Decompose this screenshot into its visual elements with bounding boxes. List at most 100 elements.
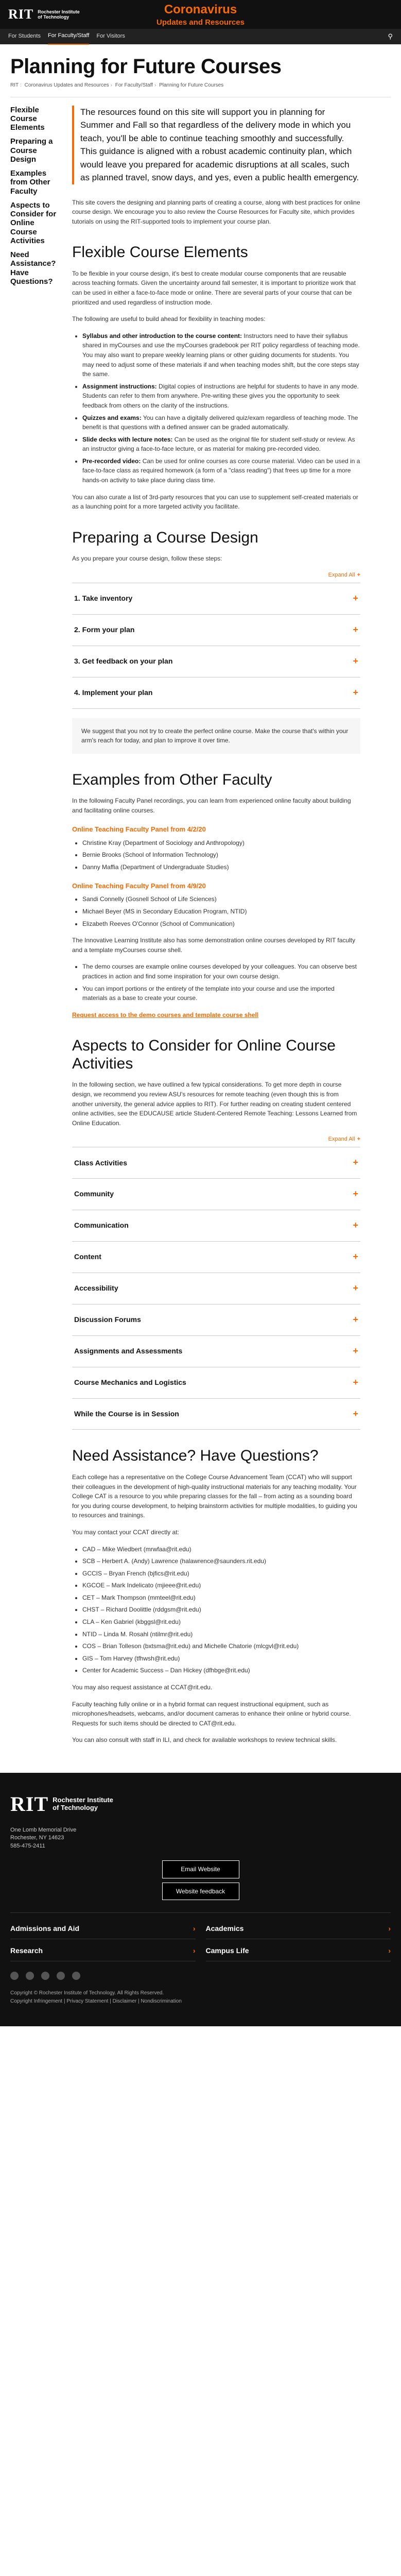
panel-1-title[interactable]: Online Teaching Faculty Panel from 4/2/2… <box>72 824 360 835</box>
contact-item[interactable]: CHST – Richard Doolittle (rddgsm@rit.edu… <box>82 1605 360 1615</box>
nav-item-students[interactable]: For Students <box>8 32 41 41</box>
assistance-p1: Each college has a representative on the… <box>72 1473 357 1519</box>
expand-all-design-button[interactable]: Expand All + <box>72 571 360 580</box>
page-header: Planning for Future Courses RIT: Coronav… <box>0 44 401 97</box>
assistance-p4: Faculty teaching fully online or in a hy… <box>72 1700 351 1727</box>
website-feedback-button[interactable]: Website feedback <box>162 1882 239 1901</box>
design-callout: We suggest that you not try to create th… <box>72 718 360 754</box>
accordion-in-session[interactable]: While the Course is in Session + <box>72 1398 360 1430</box>
list-item: Assignment instructions: Digital copies … <box>82 382 360 411</box>
footer-link-research[interactable]: Research › <box>10 1945 196 1961</box>
content-layout: Flexible Course Elements Preparing a Cou… <box>0 97 401 1773</box>
sidebar-item-assistance[interactable]: Need Assistance? Have Questions? <box>10 250 57 286</box>
list-item: The demo courses are example online cour… <box>82 962 360 981</box>
chevron-right-icon: › <box>388 1924 391 1933</box>
footer-rit-logo[interactable]: RIT Rochester Institute of Technology <box>10 1788 391 1820</box>
accordion-step-3[interactable]: 3. Get feedback on your plan + <box>72 645 360 677</box>
accordion-course-mechanics[interactable]: Course Mechanics and Logistics + <box>72 1366 360 1398</box>
accordion-step-2[interactable]: 2. Form your plan + <box>72 614 360 646</box>
footer-legal: Copyright © Rochester Institute of Techn… <box>10 1990 182 2004</box>
audience-nav: For Students For Faculty/Staff For Visit… <box>0 28 401 45</box>
linkedin-icon[interactable] <box>72 1971 80 1980</box>
examples-p2: The Innovative Learning Institute also h… <box>72 937 356 954</box>
youtube-icon[interactable] <box>41 1971 49 1980</box>
contact-item[interactable]: CAD – Mike Wiedbert (mrwfaa@rit.edu) <box>82 1545 360 1554</box>
contact-item[interactable]: COS – Brian Tolleson (bxtsma@rit.edu) an… <box>82 1641 360 1651</box>
sidebar-item-design[interactable]: Preparing a Course Design <box>10 137 57 164</box>
contact-item[interactable]: KGCOE – Mark Indelicato (mjieee@rit.edu) <box>82 1581 360 1590</box>
sidebar-item-flexible[interactable]: Flexible Course Elements <box>10 106 57 132</box>
rit-logo[interactable]: RIT Rochester Institute of Technology <box>8 4 80 25</box>
accordion-step-1[interactable]: 1. Take inventory + <box>72 582 360 614</box>
footer-link-admissions[interactable]: Admissions and Aid › <box>10 1923 196 1940</box>
aspects-section: Aspects to Consider for Online Course Ac… <box>72 1037 360 1430</box>
footer-address: One Lomb Memorial Drive Rochester, NY 14… <box>10 1827 77 1849</box>
breadcrumb-faculty-staff[interactable]: For Faculty/Staff <box>115 82 153 88</box>
request-access-link[interactable]: Request access to the demo courses and t… <box>72 1010 360 1020</box>
facebook-icon[interactable] <box>10 1971 19 1980</box>
instagram-icon[interactable] <box>57 1971 65 1980</box>
aspects-p1: In the following section, we have outlin… <box>72 1081 357 1127</box>
rit-logo-mark: RIT <box>8 6 34 22</box>
nav-item-visitors[interactable]: For Visitors <box>96 32 125 41</box>
plus-icon: + <box>353 1314 358 1325</box>
examples-p1: In the following Faculty Panel recording… <box>72 797 351 814</box>
plus-icon: + <box>353 1283 358 1293</box>
breadcrumb: RIT: Coronavirus Updates and Resources › … <box>10 81 391 97</box>
search-icon[interactable]: ⚲ <box>388 31 393 42</box>
accordion-communication[interactable]: Communication + <box>72 1210 360 1241</box>
email-website-button[interactable]: Email Website <box>162 1860 239 1878</box>
contact-item[interactable]: Center for Academic Success – Dan Hickey… <box>82 1666 360 1675</box>
design-heading: Preparing a Course Design <box>72 529 258 546</box>
plus-icon: + <box>353 1220 358 1231</box>
breadcrumb-rit[interactable]: RIT <box>10 82 19 88</box>
flexible-list: Syllabus and other introduction to the c… <box>82 331 360 485</box>
footer-buttons: Email Website Website feedback <box>10 1860 391 1901</box>
contact-item[interactable]: GIS – Tom Harvey (tfhwsh@rit.edu) <box>82 1654 360 1664</box>
accordion-community[interactable]: Community + <box>72 1178 360 1210</box>
footer-nav: Admissions and Aid › Academics › Research ›… <box>10 1912 391 1961</box>
twitter-icon[interactable] <box>26 1971 34 1980</box>
accordion-discussion-forums[interactable]: Discussion Forums + <box>72 1303 360 1335</box>
accordion-class-activities[interactable]: Class Activities + <box>72 1147 360 1178</box>
nav-item-faculty-staff[interactable]: For Faculty/Staff <box>47 28 90 45</box>
breadcrumb-current: Planning for Future Courses <box>159 82 224 88</box>
aspects-accordion: Class Activities + Community + Communicati… <box>72 1147 360 1430</box>
plus-icon: + <box>353 592 358 603</box>
flexible-section: Flexible Course Elements To be flexible … <box>72 244 360 512</box>
examples-section: Examples from Other Faculty In the follo… <box>72 771 360 1020</box>
accordion-assignments[interactable]: Assignments and Assessments + <box>72 1335 360 1367</box>
breadcrumb-coronavirus[interactable]: Coronavirus Updates and Resources <box>25 82 109 88</box>
panel-1-list: Christine Kray (Department of Sociology … <box>82 838 360 872</box>
panel-2-title[interactable]: Online Teaching Faculty Panel from 4/9/2… <box>72 881 360 891</box>
contact-item[interactable]: CET – Mark Thompson (mmteel@rit.edu) <box>82 1593 360 1603</box>
accordion-step-4[interactable]: 4. Implement your plan + <box>72 676 360 709</box>
page-title: Planning for Future Courses <box>10 55 282 78</box>
institute-name: Rochester Institute of Technology <box>53 1796 113 1812</box>
site-footer: RIT Rochester Institute of Technology On… <box>0 1773 401 2026</box>
accordion-accessibility[interactable]: Accessibility + <box>72 1273 360 1304</box>
list-item: You can import portions or the entirety … <box>82 984 360 1003</box>
chevron-right-icon: › <box>388 1946 391 1955</box>
contact-item[interactable]: SCB – Herbert A. (Andy) Lawrence (halawr… <box>82 1556 360 1566</box>
design-p1: As you prepare your course design, follo… <box>72 555 222 563</box>
contact-item[interactable]: NTID – Linda M. Rosahl (ntilmr@rit.edu) <box>82 1630 360 1639</box>
list-item: Syllabus and other introduction to the c… <box>82 331 360 379</box>
footer-link-academics[interactable]: Academics › <box>205 1923 391 1940</box>
sidebar-item-examples[interactable]: Examples from Other Faculty <box>10 169 57 196</box>
plus-icon: + <box>353 1377 358 1387</box>
flexible-p3: You can also curate a list of 3rd-party … <box>72 493 358 511</box>
expand-all-aspects-button[interactable]: Expand All + <box>72 1135 360 1144</box>
sidebar-item-aspects[interactable]: Aspects to Consider for Online Course Ac… <box>10 201 57 245</box>
assistance-p5: You can also consult with staff in ILI, … <box>72 1736 337 1744</box>
plus-icon: + <box>353 655 358 666</box>
footer-link-campus-life[interactable]: Campus Life › <box>205 1945 391 1961</box>
contact-item[interactable]: GCCIS – Bryan French (bjfics@rit.edu) <box>82 1569 360 1579</box>
aspects-heading: Aspects to Consider for Online Course Ac… <box>72 1037 336 1072</box>
assistance-p2: You may contact your CCAT directly at: <box>72 1528 179 1536</box>
accordion-content[interactable]: Content + <box>72 1241 360 1273</box>
list-item: Pre-recorded video: Can be used for onli… <box>82 456 360 485</box>
main-content: The resources found on this site will su… <box>72 105 360 1753</box>
contact-item[interactable]: CLA – Ken Gabriel (kbggsl@rit.edu) <box>82 1617 360 1627</box>
social-links <box>10 1971 391 1980</box>
